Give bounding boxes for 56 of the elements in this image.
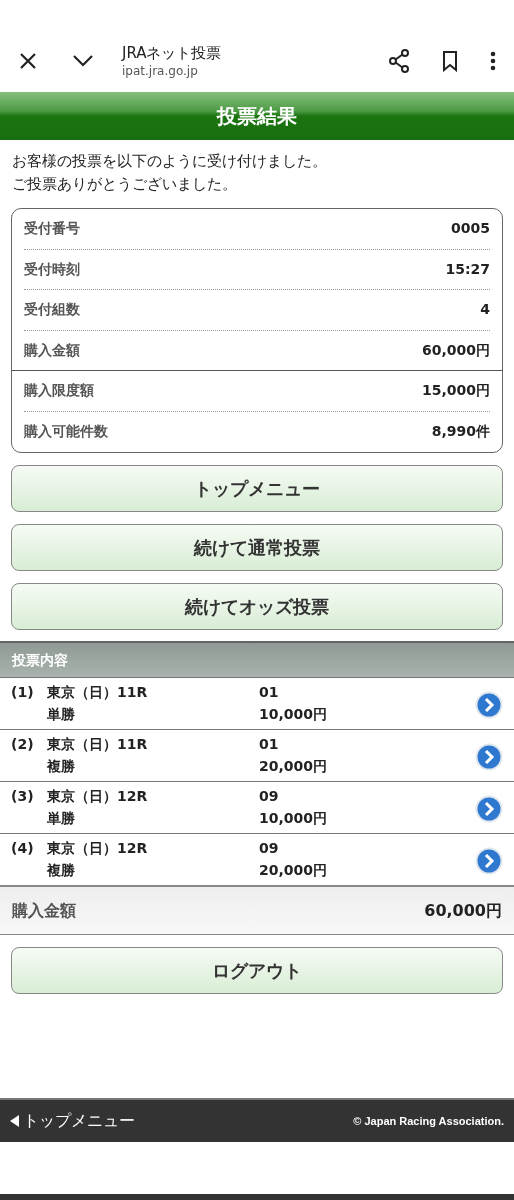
race-name: 東京（日）11R [47,683,149,702]
summary-value: 60,000円 [421,340,490,360]
race-name: 東京（日）12R [47,839,149,858]
chevron-down-icon[interactable] [72,54,94,68]
message-text: ご投票ありがとうございました。 [12,174,238,195]
summary-value: 4 [480,300,490,320]
total-value: 60,000円 [424,899,502,922]
message-text: お客様の投票を以下のように受け付けました。 [12,151,328,172]
bet-number: (1) [11,683,35,702]
chevron-right-icon[interactable] [475,691,503,719]
horse-number: 09 [259,839,280,858]
summary-label: 受付時刻 [24,259,80,279]
summary-label: 購入可能件数 [24,422,108,442]
more-icon[interactable] [490,51,496,71]
copyright-text: © Japan Racing Association. [353,1113,504,1129]
menu-button[interactable]: トップメニュー [11,465,503,512]
bookmark-icon[interactable] [442,50,458,72]
race-name: 東京（日）11R [47,735,149,754]
race-name: 東京（日）12R [47,787,149,806]
summary-value: 15,000円 [421,381,490,401]
bet-number: (2) [11,735,35,754]
chevron-right-icon[interactable] [475,847,503,875]
chevron-right-icon[interactable] [475,795,503,823]
horse-number: 01 [259,735,280,754]
bet-amount: 10,000円 [259,705,329,724]
summary-value: 0005 [451,219,490,239]
bet-amount: 20,000円 [259,757,329,776]
triangle-left-icon [10,1115,19,1127]
summary-label: 受付組数 [24,300,80,320]
bet-type: 単勝 [47,705,76,724]
share-icon[interactable] [388,49,410,73]
bet-amount: 10,000円 [259,809,329,828]
bet-type: 複勝 [47,861,76,880]
bet-amount: 20,000円 [259,861,329,880]
menu-button[interactable]: 続けてオッズ投票 [11,583,503,630]
summary-label: 購入金額 [24,340,80,360]
bet-number: (3) [11,787,35,806]
horse-number: 01 [259,683,280,702]
page-header: 投票結果 [0,92,514,140]
back-link[interactable]: トップメニュー [10,1109,135,1133]
summary-value: 15:27 [445,259,490,279]
menu-button[interactable]: 続けて通常投票 [11,524,503,571]
summary-label: 購入限度額 [24,381,94,401]
horse-number: 09 [259,787,280,806]
summary-label: 受付番号 [24,219,80,239]
bet-type: 複勝 [47,757,76,776]
section-header: 投票内容 [0,641,514,677]
close-icon[interactable] [18,51,38,71]
bet-type: 単勝 [47,809,76,828]
bet-number: (4) [11,839,35,858]
page-title: JRAネット投票 [122,43,222,63]
summary-value: 8,990件 [431,422,490,442]
logout-button[interactable]: ログアウト [11,947,503,994]
page-url: ipat.jra.go.jp [122,63,199,79]
total-label: 購入金額 [12,899,76,922]
chevron-right-icon[interactable] [475,743,503,771]
